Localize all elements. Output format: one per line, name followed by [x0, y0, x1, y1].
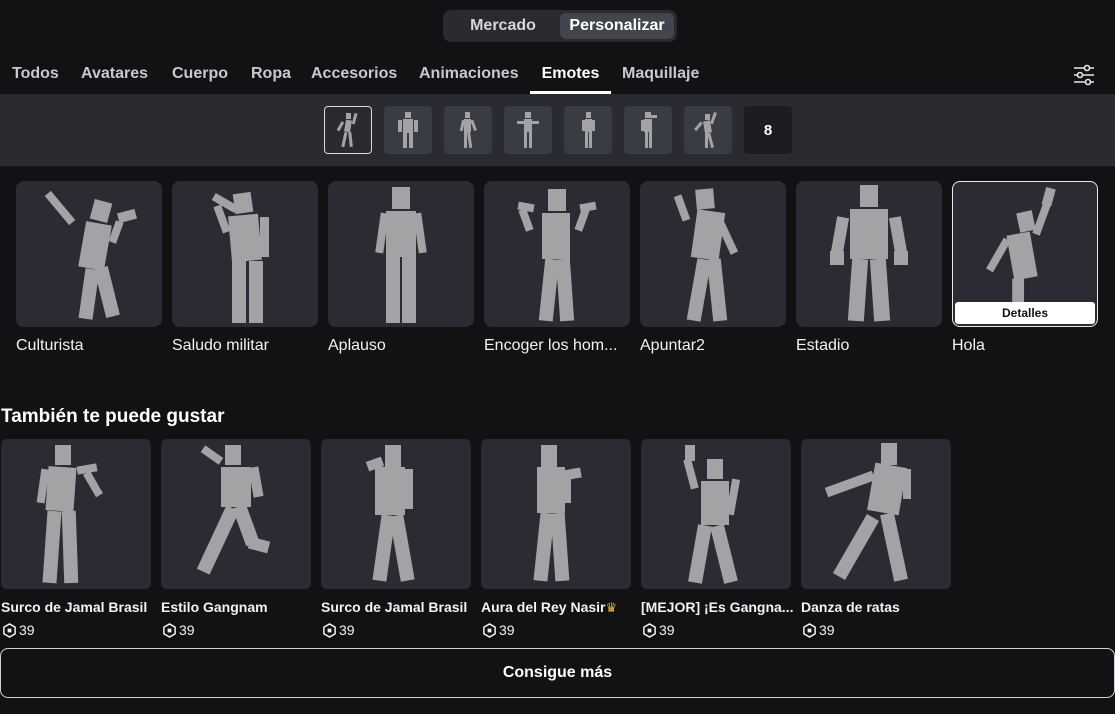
avatar-figure-icon [36, 445, 103, 584]
avatar-figure-icon [517, 189, 597, 322]
price: 39 [482, 622, 515, 638]
tab-emotes[interactable]: Emotes [530, 60, 611, 94]
emote-card-saludo-militar[interactable] [172, 181, 318, 327]
avatar-figure-icon [44, 190, 137, 320]
recommend-card[interactable] [321, 439, 471, 589]
recommend-name: Surco de Jamal Brasil [1, 599, 148, 615]
recommend-name: Aura del Rey Nasir [481, 599, 606, 615]
emote-slot-8[interactable]: 8 [744, 106, 792, 154]
emote-name: Culturista [16, 337, 84, 354]
avatar-figure-icon [336, 112, 358, 148]
price-value: 39 [179, 622, 195, 638]
price: 39 [322, 622, 355, 638]
crown-icon: ♛ [605, 600, 618, 615]
emote-slot-6[interactable] [624, 106, 672, 154]
robux-icon [803, 622, 816, 638]
recommend-card[interactable] [801, 439, 951, 589]
price: 39 [802, 622, 835, 638]
tab-accesorios[interactable]: Accesorios [311, 60, 397, 94]
avatar-figure-icon [211, 191, 269, 323]
emote-name: Encoger los hom... [484, 337, 618, 354]
section-title: También te puede gustar [1, 406, 225, 427]
emote-slot-5[interactable] [564, 106, 612, 154]
tab-todos[interactable]: Todos [12, 60, 59, 94]
emote-name: Aplauso [328, 337, 386, 354]
tab-cuerpo[interactable]: Cuerpo [172, 60, 228, 94]
emote-slot-3[interactable] [444, 106, 492, 154]
robux-icon [163, 622, 176, 638]
recommend-card[interactable] [161, 439, 311, 589]
recommend-name-wrap: Aura del Rey Nasir♛ [481, 599, 617, 616]
recommend-card[interactable] [641, 439, 791, 589]
emote-name: Apuntar2 [640, 337, 705, 354]
emote-name: Hola [952, 337, 985, 354]
details-button[interactable]: Detalles [955, 302, 1095, 324]
avatar-figure-icon [641, 112, 657, 148]
emote-slots-bar: 8 [0, 94, 1115, 166]
recommend-card[interactable] [1, 439, 151, 589]
recommend-name: [MEJOR] ¡Es Gangna... [641, 599, 794, 615]
emote-card-estadio[interactable] [796, 181, 942, 327]
avatar-figure-icon [673, 188, 739, 322]
recommend-name: Surco de Jamal Brasil [321, 599, 468, 615]
avatar-figure-icon [398, 112, 418, 148]
robux-icon [483, 622, 496, 638]
robux-icon [3, 622, 16, 638]
avatar-figure-icon [683, 445, 741, 584]
price-value: 39 [339, 622, 355, 638]
tab-personalizar[interactable]: Personalizar [560, 13, 674, 39]
sliders-icon[interactable] [1073, 64, 1095, 86]
mode-switch: Mercado Personalizar [443, 10, 677, 42]
avatar-figure-icon [517, 112, 539, 148]
avatar-figure-icon [533, 445, 582, 582]
emote-card-encoger-hombros[interactable] [484, 181, 630, 327]
recommend-name: Danza de ratas [801, 599, 900, 615]
emote-name: Saludo militar [172, 337, 269, 354]
tab-animaciones[interactable]: Animaciones [419, 60, 519, 94]
emote-slot-1[interactable] [324, 106, 372, 154]
recommend-card[interactable] [481, 439, 631, 589]
avatar-figure-icon [375, 187, 427, 323]
robux-icon [643, 622, 656, 638]
price-value: 39 [819, 622, 835, 638]
price-value: 39 [659, 622, 675, 638]
emote-card-hola[interactable]: Detalles [952, 181, 1098, 327]
avatar-figure-icon [196, 445, 271, 575]
price: 39 [2, 622, 35, 638]
category-tabs: Todos Avatares Cuerpo Ropa Accesorios An… [0, 60, 1115, 94]
avatar-figure-icon [365, 445, 415, 582]
price-value: 39 [499, 622, 515, 638]
recommend-name: Estilo Gangnam [161, 599, 268, 615]
price: 39 [162, 622, 195, 638]
robux-icon [323, 622, 336, 638]
emote-slot-4[interactable] [504, 106, 552, 154]
avatar-figure-icon [459, 112, 477, 149]
emote-card-apuntar2[interactable] [640, 181, 786, 327]
tab-mercado[interactable]: Mercado [446, 13, 560, 39]
price-value: 39 [19, 622, 35, 638]
get-more-button[interactable]: Consigue más [0, 648, 1115, 698]
tab-maquillaje[interactable]: Maquillaje [622, 60, 699, 94]
avatar-figure-icon [694, 112, 717, 148]
avatar-figure-icon [830, 185, 908, 322]
tab-ropa[interactable]: Ropa [251, 60, 291, 94]
emote-slot-2[interactable] [384, 106, 432, 154]
avatar-figure-icon [582, 112, 595, 148]
emote-card-culturista[interactable] [16, 181, 162, 327]
avatar-figure-icon [824, 443, 911, 582]
price: 39 [642, 622, 675, 638]
emote-name: Estadio [796, 337, 850, 354]
emote-card-aplauso[interactable] [328, 181, 474, 327]
tab-avatares[interactable]: Avatares [81, 60, 148, 94]
emote-slot-7[interactable] [684, 106, 732, 154]
